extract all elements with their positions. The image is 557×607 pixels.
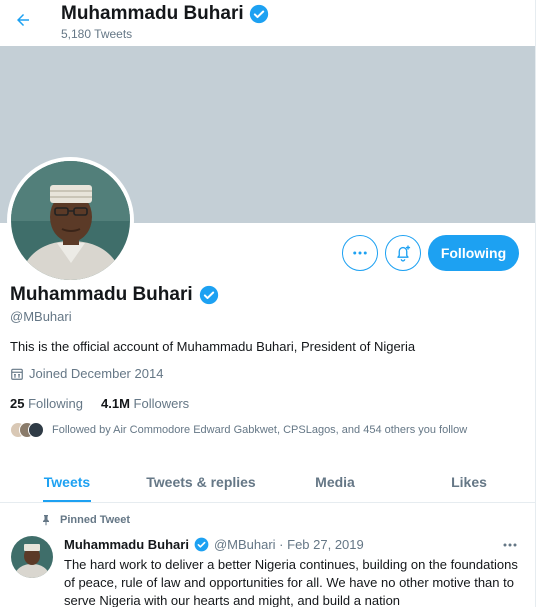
- profile-avatar[interactable]: [7, 157, 134, 284]
- more-horizontal-icon: [503, 543, 517, 547]
- pinned-tweet-label: Pinned Tweet: [40, 514, 130, 526]
- tab-tweets[interactable]: Tweets: [0, 461, 134, 502]
- follower-avatars: [10, 422, 44, 438]
- following-stat[interactable]: 25 Following: [10, 396, 83, 411]
- followers-count: 4.1M: [101, 396, 130, 411]
- header-tweet-count: 5,180 Tweets: [61, 27, 133, 41]
- profile-name: Muhammadu Buhari: [10, 284, 193, 305]
- avatar-photo: [11, 536, 53, 578]
- joined-date: Joined December 2014: [29, 366, 164, 381]
- profile-handle: @MBuhari: [10, 309, 72, 324]
- verified-badge-icon: [194, 537, 209, 552]
- top-bar: Muhammadu Buhari 5,180 Tweets: [0, 0, 535, 46]
- tweet-text: The hard work to deliver a better Nigeri…: [64, 557, 518, 607]
- follower-avatar: [28, 422, 44, 438]
- tweet-handle-date[interactable]: @MBuhari · Feb 27, 2019: [214, 537, 364, 552]
- profile-stats: 25 Following 4.1M Followers: [10, 396, 189, 411]
- followed-by-text: Followed by Air Commodore Edward Gabkwet…: [52, 424, 468, 436]
- header-name: Muhammadu Buhari: [61, 3, 244, 24]
- tab-media[interactable]: Media: [268, 461, 402, 502]
- followers-label: Followers: [133, 396, 190, 411]
- verified-badge-icon: [249, 4, 268, 24]
- notifications-button[interactable]: [385, 235, 421, 271]
- header-title: Muhammadu Buhari: [61, 3, 269, 25]
- tab-tweets-and-replies[interactable]: Tweets & replies: [134, 461, 268, 502]
- tweet-header: Muhammadu Buhari @MBuhari · Feb 27, 2019: [64, 537, 364, 552]
- following-button[interactable]: Following: [428, 235, 519, 271]
- profile-name-row: Muhammadu Buhari: [10, 284, 219, 306]
- bell-plus-icon: [397, 245, 411, 262]
- tweet-more-button[interactable]: [500, 538, 520, 552]
- arrow-left-icon: [17, 14, 29, 26]
- profile-page: Muhammadu Buhari 5,180 Tweets Following …: [0, 0, 536, 607]
- calendar-icon: [11, 368, 23, 380]
- following-count: 25: [10, 396, 25, 411]
- followers-stat[interactable]: 4.1M Followers: [101, 396, 189, 411]
- avatar-photo: [11, 161, 130, 280]
- tweet-author-name[interactable]: Muhammadu Buhari: [64, 537, 189, 552]
- pin-icon: [43, 515, 49, 526]
- profile-joined: Joined December 2014: [10, 366, 163, 381]
- followed-by[interactable]: Followed by Air Commodore Edward Gabkwet…: [10, 422, 467, 438]
- profile-bio: This is the official account of Muhammad…: [10, 339, 416, 354]
- more-horizontal-icon: [353, 251, 367, 255]
- back-button[interactable]: [8, 5, 38, 35]
- pinned-label-text: Pinned Tweet: [60, 514, 131, 526]
- tab-likes[interactable]: Likes: [402, 461, 535, 502]
- profile-tabs: Tweets Tweets & replies Media Likes: [0, 461, 535, 503]
- verified-badge-icon: [199, 285, 218, 305]
- tweet-avatar[interactable]: [11, 536, 53, 578]
- more-options-button[interactable]: [342, 235, 378, 271]
- following-label: Following: [28, 396, 84, 411]
